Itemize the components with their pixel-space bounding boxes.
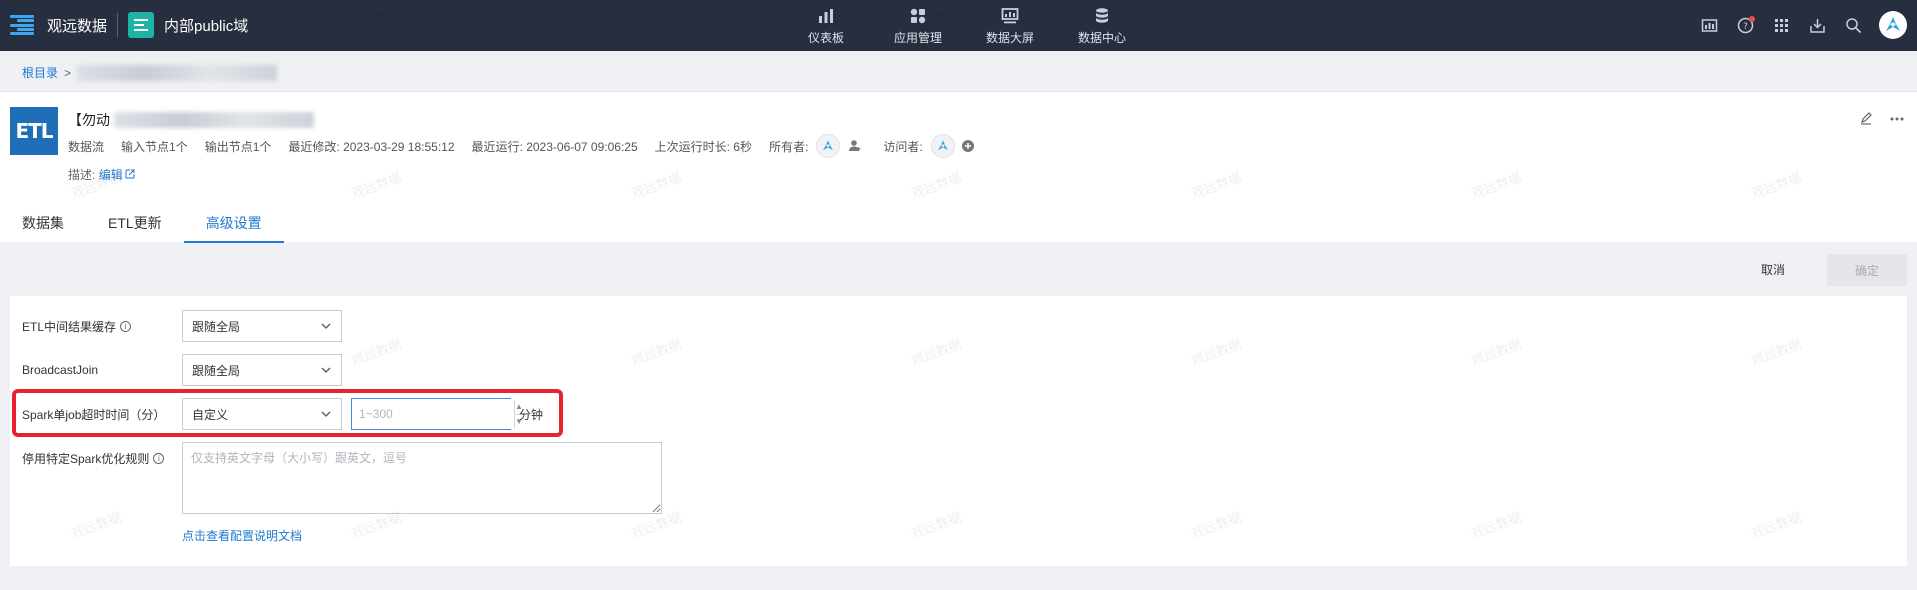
- advanced-settings-panel: ETL中间结果缓存 i 跟随全局 BroadcastJoin 跟随全局 Spark…: [10, 296, 1907, 566]
- screen-icon: [1001, 8, 1019, 24]
- nav-item-dashboard[interactable]: 仪表板: [780, 0, 872, 51]
- breadcrumb-path-redacted[interactable]: [77, 64, 278, 81]
- header-actions: [1859, 112, 1905, 126]
- menu-icon[interactable]: [10, 13, 34, 37]
- etl-title-redacted: [114, 112, 314, 128]
- chevron-down-icon: [321, 323, 331, 329]
- last-modified: 最近修改: 2023-03-29 18:55:12: [288, 139, 455, 154]
- etl-type: 数据流: [68, 139, 105, 154]
- download-icon[interactable]: [1807, 15, 1827, 35]
- tab-advanced-settings[interactable]: 高级设置: [183, 209, 284, 243]
- highlight-box: [12, 389, 563, 437]
- last-run: 最近运行: 2023-06-07 09:06:25: [471, 139, 638, 154]
- owner-avatar[interactable]: [816, 134, 841, 158]
- nav-label: 应用管理: [893, 31, 942, 45]
- owner: 所有者:: [769, 134, 862, 158]
- breadcrumb-separator: >: [64, 65, 72, 80]
- tab-etl-update[interactable]: ETL更新: [86, 209, 184, 243]
- database-icon: [1096, 8, 1108, 23]
- external-edit-icon: [125, 169, 135, 179]
- cache-label: ETL中间结果缓存 i: [10, 318, 182, 335]
- domain-switcher[interactable]: 内部public域: [164, 15, 248, 36]
- notification-dot: [1749, 16, 1755, 22]
- nav-label: 仪表板: [807, 31, 844, 45]
- broadcast-row: BroadcastJoin 跟随全局: [10, 354, 342, 386]
- nav-item-data-center[interactable]: 数据中心: [1056, 0, 1148, 51]
- confirm-button[interactable]: 确定: [1827, 254, 1907, 286]
- main-nav: 仪表板 应用管理 数据大屏 数据中心: [780, 0, 1148, 51]
- etl-description: 描述: 编辑: [68, 166, 135, 183]
- nav-label: 数据中心: [1077, 31, 1126, 45]
- etl-outputs: 输出节点1个: [204, 139, 272, 154]
- user-avatar[interactable]: [1879, 11, 1907, 39]
- brand-name[interactable]: 观远数据: [47, 15, 107, 36]
- etl-inputs: 输入节点1个: [121, 139, 188, 154]
- last-run-duration: 上次运行时长: 6秒: [654, 139, 752, 154]
- add-owner-icon[interactable]: [848, 139, 862, 153]
- info-icon[interactable]: i: [120, 320, 132, 332]
- app-grid-icon: [910, 8, 926, 24]
- config-doc-link[interactable]: 点击查看配置说明文档: [182, 527, 302, 544]
- rules-row: 停用特定Spark优化规则 i: [10, 442, 662, 516]
- tab-datasets[interactable]: 数据集: [0, 209, 86, 243]
- brand-divider: [117, 13, 119, 37]
- broadcast-label: BroadcastJoin: [22, 363, 99, 377]
- cache-select[interactable]: 跟随全局: [182, 310, 342, 342]
- etl-title-prefix: 【勿动: [68, 112, 110, 128]
- visitor: 访问者:: [883, 134, 974, 158]
- info-icon[interactable]: i: [153, 453, 165, 464]
- rules-textarea[interactable]: [182, 442, 662, 514]
- brand: 观远数据 内部public域: [10, 12, 248, 38]
- search-icon[interactable]: [1843, 15, 1863, 35]
- cancel-button[interactable]: 取消: [1749, 256, 1797, 283]
- broadcast-select[interactable]: 跟随全局: [182, 354, 342, 386]
- nav-label: 数据大屏: [985, 31, 1034, 45]
- action-bar: 取消 确定: [0, 243, 1917, 295]
- etl-logo: ETL: [10, 107, 58, 155]
- chevron-down-icon: [321, 367, 331, 373]
- add-visitor-icon[interactable]: [961, 139, 975, 153]
- apps-icon[interactable]: [1771, 15, 1791, 35]
- domain-icon: [128, 12, 155, 38]
- svg-text:?: ?: [1743, 22, 1748, 32]
- tab-bar: 数据集 ETL更新 高级设置: [0, 209, 284, 243]
- breadcrumb: 根目录 >: [22, 64, 278, 81]
- edit-description-link[interactable]: 编辑: [99, 168, 135, 182]
- visitor-avatar[interactable]: [930, 134, 955, 158]
- etl-header: ETL 【勿动 数据流 输入节点1个 输出节点1个 最近修改: 2023-03-…: [0, 91, 1917, 243]
- more-icon[interactable]: [1889, 112, 1905, 126]
- report-icon[interactable]: [1699, 15, 1719, 35]
- edit-icon[interactable]: [1859, 112, 1873, 126]
- top-navbar: 观远数据 内部public域 仪表板 应用管理 数据大屏 数据中心 ?: [0, 0, 1917, 51]
- nav-item-screen[interactable]: 数据大屏: [964, 0, 1056, 51]
- etl-meta: 数据流 输入节点1个 输出节点1个 最近修改: 2023-03-29 18:55…: [68, 134, 992, 158]
- etl-title: 【勿动: [68, 110, 314, 130]
- breadcrumb-root[interactable]: 根目录: [22, 64, 58, 81]
- bar-chart-icon: [819, 9, 833, 23]
- help-icon[interactable]: ?: [1735, 15, 1755, 35]
- nav-item-apps[interactable]: 应用管理: [872, 0, 964, 51]
- cache-row: ETL中间结果缓存 i 跟随全局: [10, 310, 342, 342]
- user-logo-icon: [1886, 17, 1900, 31]
- toolbar: ?: [1699, 11, 1907, 39]
- rules-label: 停用特定Spark优化规则 i: [10, 442, 182, 467]
